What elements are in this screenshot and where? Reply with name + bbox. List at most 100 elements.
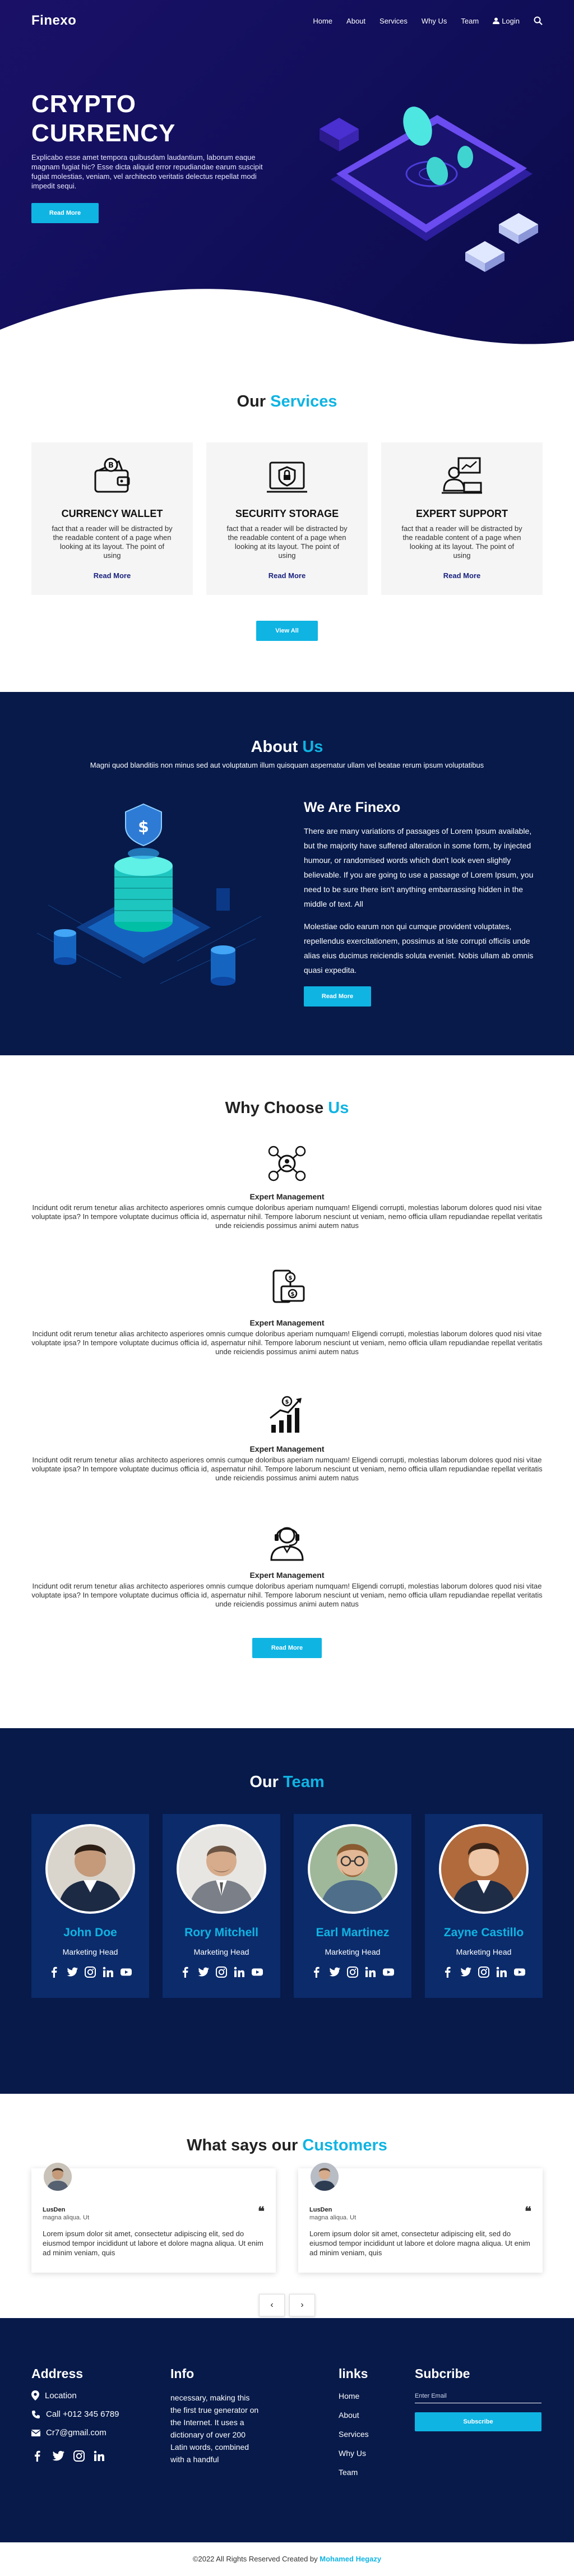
svg-text:$: $ bbox=[291, 1291, 295, 1298]
footer-link-home[interactable]: Home bbox=[339, 2392, 406, 2400]
instagram-icon[interactable] bbox=[215, 1966, 228, 1978]
login-label: Login bbox=[502, 16, 520, 25]
team-card: Rory Mitchell Marketing Head bbox=[163, 1814, 280, 1998]
instagram-icon[interactable] bbox=[478, 1966, 490, 1978]
why-read-more-button[interactable]: Read More bbox=[252, 1638, 322, 1658]
linkedin-icon[interactable] bbox=[364, 1966, 377, 1978]
nav-services[interactable]: Services bbox=[379, 17, 408, 25]
nav-login[interactable]: Login bbox=[493, 17, 520, 25]
facebook-icon[interactable] bbox=[48, 1966, 61, 1978]
about-text: We Are Finexo There are many variations … bbox=[304, 800, 539, 1007]
growth-chart-icon: $ bbox=[270, 1396, 302, 1433]
why-choose-section: Why Choose Us Expert Management Incidunt… bbox=[0, 1055, 574, 1728]
about-read-more-button[interactable]: Read More bbox=[304, 986, 371, 1007]
nav-why-us[interactable]: Why Us bbox=[422, 17, 447, 25]
footer-link-team[interactable]: Team bbox=[339, 2468, 406, 2477]
service-card-support: EXPERT SUPPORT fact that a reader will b… bbox=[381, 442, 543, 595]
hero-read-more-button[interactable]: Read More bbox=[31, 203, 99, 223]
service-title: CURRENCY WALLET bbox=[61, 508, 163, 519]
linkedin-icon[interactable] bbox=[233, 1966, 246, 1978]
carousel-prev-button[interactable]: ‹ bbox=[259, 2294, 285, 2316]
brand-logo[interactable]: Finexo bbox=[31, 13, 76, 29]
info-text: necessary, making this the first true ge… bbox=[170, 2393, 259, 2464]
linkedin-icon[interactable] bbox=[93, 2450, 105, 2462]
social-links bbox=[163, 1966, 280, 1978]
view-all-button[interactable]: View All bbox=[256, 621, 318, 641]
services-title: Our Services bbox=[0, 393, 574, 411]
nav-home[interactable]: Home bbox=[313, 17, 332, 25]
footer-subscribe: Subcribe Subscribe bbox=[415, 2366, 544, 2431]
hero-title-line1: CRYPTO bbox=[31, 90, 136, 118]
testimonials-section: What says our Customers ❝ LusDen magna a… bbox=[0, 2094, 574, 2318]
instagram-icon[interactable] bbox=[346, 1966, 359, 1978]
about-title: About Us bbox=[0, 738, 574, 756]
facebook-icon[interactable] bbox=[179, 1966, 192, 1978]
youtube-icon[interactable] bbox=[251, 1966, 263, 1978]
services-list: B CURRENCY WALLET fact that a reader wil… bbox=[31, 442, 543, 595]
member-name: Zayne Castillo bbox=[443, 1926, 524, 1939]
nav-team[interactable]: Team bbox=[461, 17, 479, 25]
location-row[interactable]: Location bbox=[31, 2390, 155, 2400]
member-role: Marketing Head bbox=[325, 1947, 381, 1956]
twitter-icon[interactable] bbox=[328, 1966, 341, 1978]
youtube-icon[interactable] bbox=[513, 1966, 526, 1978]
footer-links: links Home About Services Why Us Team bbox=[339, 2366, 406, 2487]
twitter-icon[interactable] bbox=[52, 2450, 65, 2462]
twitter-icon[interactable] bbox=[66, 1966, 78, 1978]
facebook-icon[interactable] bbox=[442, 1966, 454, 1978]
svg-text:B: B bbox=[108, 461, 114, 470]
twitter-icon[interactable] bbox=[460, 1966, 472, 1978]
crypto-server-illustration: $ bbox=[36, 803, 262, 986]
why-item: $ $ Expert Management Incidunt odit rerum… bbox=[31, 1267, 543, 1356]
youtube-icon[interactable] bbox=[382, 1966, 395, 1978]
footer-link-about[interactable]: About bbox=[339, 2411, 406, 2420]
customer-name: LusDen bbox=[43, 2206, 66, 2213]
why-item-text: Incidunt odit rerum tenetur alias archit… bbox=[31, 1329, 543, 1356]
carousel-next-button[interactable]: › bbox=[289, 2294, 315, 2316]
about-heading: We Are Finexo bbox=[304, 800, 401, 815]
search-icon[interactable] bbox=[534, 16, 543, 25]
subscribe-title: Subcribe bbox=[415, 2366, 470, 2381]
team-card: John Doe Marketing Head bbox=[31, 1814, 149, 1998]
services-section: Our Services B CURRENCY WALLET fact that… bbox=[0, 352, 574, 692]
footer-info: Info necessary, making this the first tr… bbox=[170, 2366, 260, 2466]
team-title: Our Team bbox=[0, 1773, 574, 1792]
why-item: Expert Management Incidunt odit rerum te… bbox=[31, 1520, 543, 1609]
linkedin-icon[interactable] bbox=[102, 1966, 114, 1978]
testimonial-text: Lorem ipsum dolor sit amet, consectetur … bbox=[309, 2229, 530, 2257]
subscribe-button[interactable]: Subscribe bbox=[415, 2412, 541, 2431]
footer-link-why-us[interactable]: Why Us bbox=[339, 2449, 406, 2458]
avatar bbox=[311, 2163, 339, 2191]
author-link[interactable]: Mohamed Hegazy bbox=[320, 2555, 381, 2563]
linkedin-icon[interactable] bbox=[496, 1966, 508, 1978]
footer-link-list: Home About Services Why Us Team bbox=[339, 2392, 406, 2477]
svg-text:$: $ bbox=[289, 1275, 293, 1281]
phone-row[interactable]: Call +012 345 6789 bbox=[31, 2409, 155, 2419]
testimonial-card: ❝ LusDen magna aliqua. Ut Lorem ipsum do… bbox=[31, 2163, 276, 2273]
avatar bbox=[177, 1824, 266, 1914]
facebook-icon[interactable] bbox=[31, 2450, 44, 2462]
twitter-icon[interactable] bbox=[197, 1966, 210, 1978]
instagram-icon[interactable] bbox=[84, 1966, 96, 1978]
subscribe-email-input[interactable] bbox=[415, 2389, 541, 2403]
customer-job: magna aliqua. Ut bbox=[309, 2214, 357, 2221]
nav-about[interactable]: About bbox=[346, 17, 365, 25]
social-links bbox=[31, 1966, 149, 1978]
testimonials-title: What says our Customers bbox=[0, 2136, 574, 2155]
instagram-icon[interactable] bbox=[73, 2450, 85, 2462]
service-read-more-link[interactable]: Read More bbox=[381, 571, 543, 580]
testimonials-title-accent: Customers bbox=[302, 2136, 387, 2154]
crypto-phone-illustration bbox=[320, 107, 538, 272]
service-read-more-link[interactable]: Read More bbox=[206, 571, 368, 580]
about-subtitle: Magni quod blanditiis non minus sed aut … bbox=[90, 761, 484, 769]
why-item: $ Expert Management Incidunt odit rerum … bbox=[31, 1393, 543, 1483]
youtube-icon[interactable] bbox=[120, 1966, 132, 1978]
service-read-more-link[interactable]: Read More bbox=[31, 571, 193, 580]
footer-link-services[interactable]: Services bbox=[339, 2430, 406, 2439]
why-item: Expert Management Incidunt odit rerum te… bbox=[31, 1141, 543, 1230]
service-title: SECURITY STORAGE bbox=[235, 508, 339, 519]
links-title: links bbox=[339, 2366, 368, 2381]
facebook-icon[interactable] bbox=[311, 1966, 323, 1978]
email-row[interactable]: Cr7@gmail.com bbox=[31, 2428, 155, 2437]
why-title-accent: Us bbox=[328, 1099, 349, 1117]
